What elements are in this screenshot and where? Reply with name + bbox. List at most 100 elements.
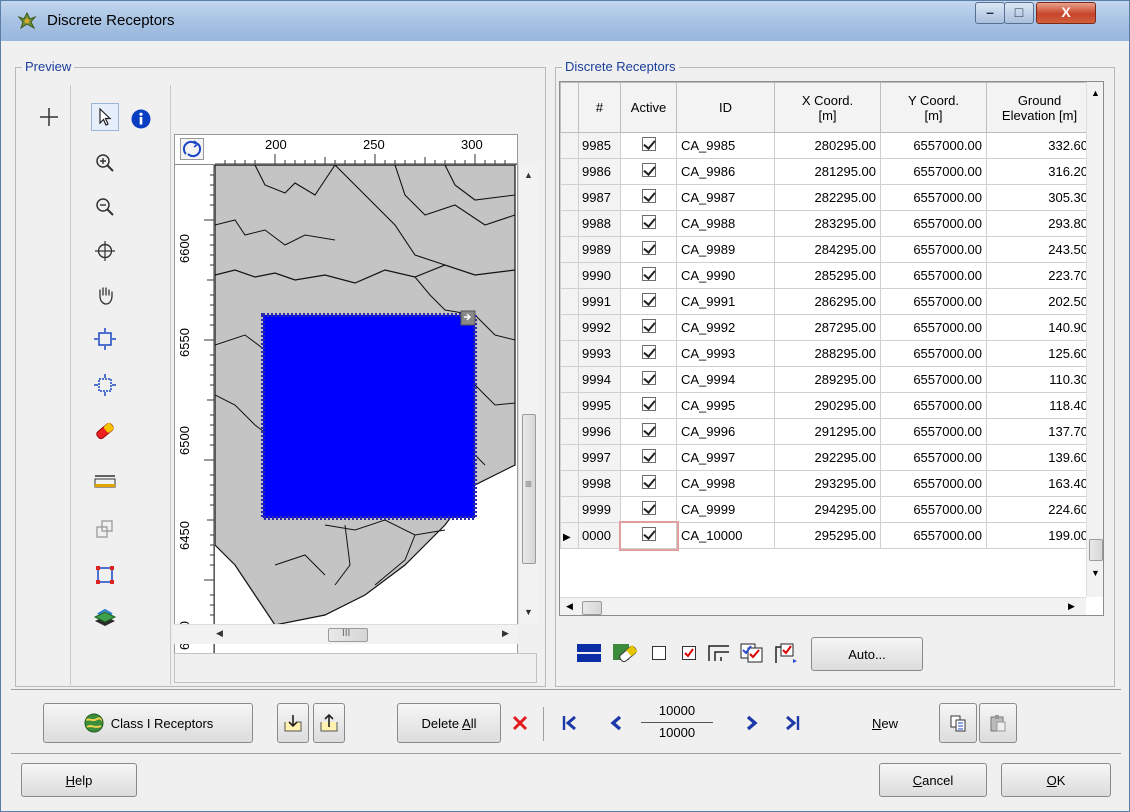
cell-y-coord[interactable]: 6557000.00 xyxy=(880,288,987,315)
cell-id[interactable]: CA_9997 xyxy=(676,444,775,471)
cell-active[interactable] xyxy=(620,210,677,237)
pointer-tool-button[interactable] xyxy=(91,103,119,131)
active-checkbox[interactable] xyxy=(641,345,656,359)
active-checkbox[interactable] xyxy=(641,319,656,333)
cell-y-coord[interactable]: 6557000.00 xyxy=(880,236,987,263)
cell-id[interactable]: CA_9985 xyxy=(676,132,775,159)
cell-y-coord[interactable]: 6557000.00 xyxy=(880,444,987,471)
table-row[interactable]: ▶ 0000 CA_10000 295295.00 6557000.00 199.00 xyxy=(560,520,1093,551)
delete-button[interactable] xyxy=(501,703,539,743)
cell-id[interactable]: CA_9999 xyxy=(676,496,775,523)
zoom-selection-tool-button[interactable] xyxy=(91,371,119,399)
help-button[interactable]: Help xyxy=(21,763,137,797)
cell-active[interactable] xyxy=(620,288,677,315)
col-x-header[interactable]: X Coord. [m] xyxy=(774,82,881,133)
cell-elevation[interactable]: 140.90 xyxy=(986,314,1093,341)
cell-id[interactable]: CA_9996 xyxy=(676,418,775,445)
cell-id[interactable]: CA_9998 xyxy=(676,470,775,497)
cell-number[interactable]: 9989 xyxy=(578,236,621,263)
cell-x-coord[interactable]: 290295.00 xyxy=(774,392,881,419)
map-preview[interactable]: 200 250 300 6600 6550 6500 6450 xyxy=(174,134,518,674)
cell-number[interactable]: 9998 xyxy=(578,470,621,497)
cell-y-coord[interactable]: 6557000.00 xyxy=(880,262,987,289)
select-area-tool-button[interactable] xyxy=(91,561,119,589)
cell-x-coord[interactable]: 286295.00 xyxy=(774,288,881,315)
uncheck-all-button[interactable] xyxy=(645,639,673,667)
cell-number[interactable]: 9995 xyxy=(578,392,621,419)
cell-x-coord[interactable]: 285295.00 xyxy=(774,262,881,289)
cell-y-coord[interactable]: 6557000.00 xyxy=(880,340,987,367)
cell-number[interactable]: 9986 xyxy=(578,158,621,185)
col-y-header[interactable]: Y Coord. [m] xyxy=(880,82,987,133)
cell-x-coord[interactable]: 288295.00 xyxy=(774,340,881,367)
cell-x-coord[interactable]: 292295.00 xyxy=(774,444,881,471)
cell-id[interactable]: CA_9989 xyxy=(676,236,775,263)
cell-active[interactable] xyxy=(620,314,677,341)
minimize-button[interactable]: – xyxy=(975,2,1005,24)
cell-elevation[interactable]: 110.30 xyxy=(986,366,1093,393)
table-scroll-right-icon[interactable]: ▶ xyxy=(1068,601,1075,612)
cell-active[interactable] xyxy=(620,236,677,263)
import-button[interactable] xyxy=(277,703,309,743)
active-checkbox[interactable] xyxy=(641,241,656,255)
cell-number[interactable]: 9992 xyxy=(578,314,621,341)
cell-elevation[interactable]: 125.60 xyxy=(986,340,1093,367)
cell-active[interactable] xyxy=(620,366,677,393)
cell-x-coord[interactable]: 284295.00 xyxy=(774,236,881,263)
table-scroll-up-icon[interactable]: ▲ xyxy=(1091,88,1100,98)
cell-x-coord[interactable]: 289295.00 xyxy=(774,366,881,393)
cancel-button[interactable]: Cancel xyxy=(879,763,987,797)
cell-active[interactable] xyxy=(620,132,677,159)
cell-number[interactable]: 9990 xyxy=(578,262,621,289)
table-row[interactable]: 9998 CA_9998 293295.00 6557000.00 163.40 xyxy=(560,470,1093,497)
map-canvas[interactable] xyxy=(214,164,517,673)
toggle-selected-button[interactable] xyxy=(737,639,767,667)
delete-all-button[interactable]: Delete All xyxy=(397,703,501,743)
cell-number[interactable]: 0000 xyxy=(578,522,621,549)
table-row[interactable]: 9997 CA_9997 292295.00 6557000.00 139.60 xyxy=(560,444,1093,471)
active-checkbox[interactable] xyxy=(641,397,656,411)
cell-elevation[interactable]: 332.60 xyxy=(986,132,1093,159)
cell-x-coord[interactable]: 293295.00 xyxy=(774,470,881,497)
new-button[interactable]: New xyxy=(845,703,925,743)
info-tool-button[interactable] xyxy=(127,105,155,133)
receptors-table[interactable]: # Active ID X Coord. [m] Y Coord. [m] Gr… xyxy=(559,81,1104,616)
active-checkbox[interactable] xyxy=(641,267,656,281)
center-tool-button[interactable] xyxy=(91,237,119,265)
active-checkbox[interactable] xyxy=(641,215,656,229)
copy-tool-button[interactable] xyxy=(91,515,119,543)
cell-y-coord[interactable]: 6557000.00 xyxy=(880,496,987,523)
table-row[interactable]: 9989 CA_9989 284295.00 6557000.00 243.50 xyxy=(560,236,1093,263)
pan-tool-button[interactable] xyxy=(91,281,119,309)
table-scroll-down-icon[interactable]: ▼ xyxy=(1091,568,1100,578)
cell-elevation[interactable]: 199.00 xyxy=(986,522,1093,549)
ok-button[interactable]: OK xyxy=(1001,763,1111,797)
table-row[interactable]: 9992 CA_9992 287295.00 6557000.00 140.90 xyxy=(560,314,1093,341)
cell-number[interactable]: 9988 xyxy=(578,210,621,237)
scroll-up-arrow-icon[interactable]: ▲ xyxy=(524,170,533,180)
active-checkbox[interactable] xyxy=(641,449,656,463)
table-row[interactable]: 9999 CA_9999 294295.00 6557000.00 224.60 xyxy=(560,496,1093,523)
cell-y-coord[interactable]: 6557000.00 xyxy=(880,132,987,159)
layers-tool-button[interactable] xyxy=(91,605,119,633)
cell-number[interactable]: 9991 xyxy=(578,288,621,315)
cell-x-coord[interactable]: 294295.00 xyxy=(774,496,881,523)
cell-y-coord[interactable]: 6557000.00 xyxy=(880,366,987,393)
copy-record-button[interactable] xyxy=(939,703,977,743)
cell-x-coord[interactable]: 295295.00 xyxy=(774,522,881,549)
cell-y-coord[interactable]: 6557000.00 xyxy=(880,418,987,445)
active-checkbox[interactable] xyxy=(641,423,656,437)
map-vertical-scrollbar[interactable]: ▲ ≡ ▼ xyxy=(518,164,538,624)
cell-active[interactable] xyxy=(620,418,677,445)
select-row-button[interactable] xyxy=(573,637,605,669)
zoom-in-tool-button[interactable] xyxy=(91,149,119,177)
cell-x-coord[interactable]: 282295.00 xyxy=(774,184,881,211)
cell-elevation[interactable]: 118.40 xyxy=(986,392,1093,419)
cell-elevation[interactable]: 223.70 xyxy=(986,262,1093,289)
cell-x-coord[interactable]: 283295.00 xyxy=(774,210,881,237)
export-button[interactable] xyxy=(313,703,345,743)
eraser-tool-button[interactable] xyxy=(91,417,119,445)
col-number-header[interactable]: # xyxy=(578,82,621,133)
table-row[interactable]: 9994 CA_9994 289295.00 6557000.00 110.30 xyxy=(560,366,1093,393)
cell-y-coord[interactable]: 6557000.00 xyxy=(880,158,987,185)
